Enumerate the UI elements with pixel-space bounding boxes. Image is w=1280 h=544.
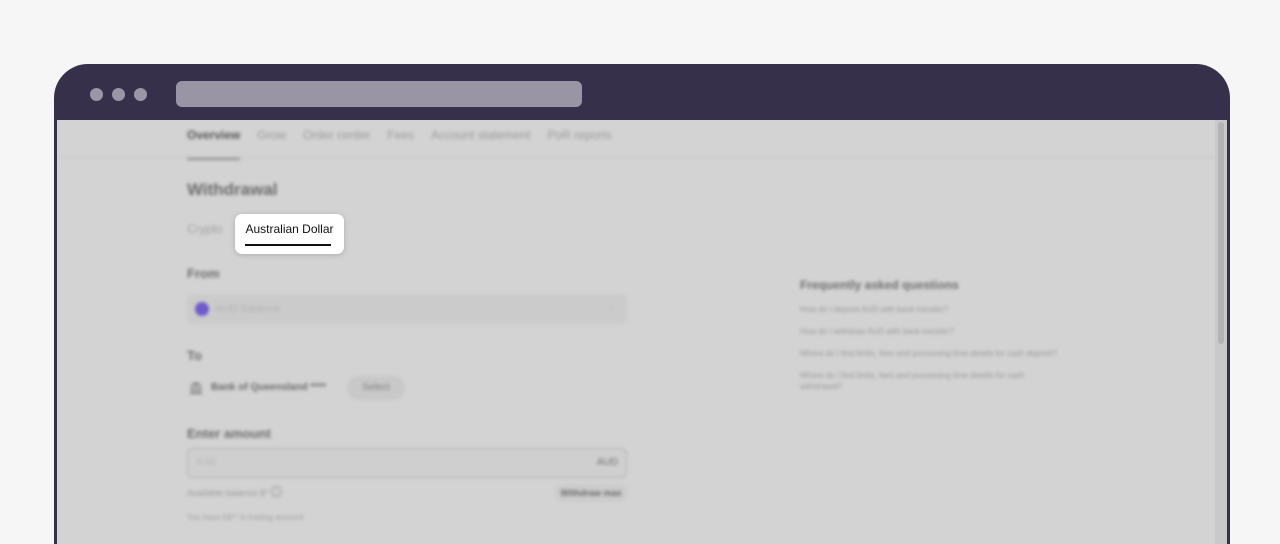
available-balance: Available balance $* — [187, 488, 269, 498]
scrollbar-thumb[interactable] — [1218, 122, 1224, 344]
select-bank-button[interactable]: Select — [347, 376, 405, 400]
faq-item-deposit[interactable]: How do I deposit AUD with bank transfer? — [800, 304, 1060, 315]
amount-placeholder: 0.00 — [196, 457, 216, 468]
aud-coin-icon — [195, 302, 209, 316]
tab-crypto[interactable]: Crypto — [187, 222, 222, 236]
chevron-down-icon: ⌄ — [606, 301, 615, 312]
tab-active-underline — [245, 244, 331, 246]
bank-icon — [189, 381, 203, 397]
nav-divider — [57, 157, 1217, 158]
address-bar[interactable] — [176, 81, 582, 107]
amount-input[interactable]: 0.00 AUD — [187, 448, 627, 478]
tab-fees[interactable]: Fees — [387, 128, 414, 160]
from-value: AUD balance — [215, 303, 280, 315]
amount-label: Enter amount — [187, 426, 271, 441]
window-dot-minimize[interactable] — [112, 88, 125, 101]
faq-item-deposit-limits[interactable]: Where do I find limits, fees and process… — [800, 348, 1060, 359]
withdraw-max-button[interactable]: Withdraw max — [555, 484, 627, 502]
tab-australian-dollar[interactable]: Australian Dollar — [235, 214, 344, 254]
scrollbar[interactable] — [1215, 120, 1227, 544]
tab-order-center[interactable]: Order center — [303, 128, 370, 160]
to-label: To — [187, 348, 202, 363]
info-icon[interactable]: i — [271, 486, 282, 497]
window-controls — [90, 88, 147, 101]
page-title: Withdrawal — [187, 180, 278, 199]
faq-item-withdraw[interactable]: How do I withdraw AUD with bank transfer… — [800, 326, 1060, 337]
from-label: From — [187, 266, 220, 281]
page-viewport: Overview Grow Order center Fees Account … — [57, 120, 1227, 544]
tab-account-statement[interactable]: Account statement — [431, 128, 530, 160]
tab-por-reports[interactable]: PoR reports — [547, 128, 611, 160]
tab-australian-dollar-label: Australian Dollar — [245, 222, 334, 236]
faq-item-withdrawal-limits[interactable]: Where do I find limits, fees and process… — [800, 370, 1060, 392]
trading-account-note: You have A$** in trading account — [187, 513, 304, 522]
tab-overview[interactable]: Overview — [187, 128, 241, 160]
amount-currency: AUD — [596, 457, 618, 468]
window-dot-close[interactable] — [90, 88, 103, 101]
from-select[interactable]: AUD balance ⌄ — [187, 294, 627, 324]
tab-grow[interactable]: Grow — [257, 128, 286, 160]
bank-account-name: Bank of Queensland **** — [211, 382, 327, 393]
browser-window: Overview Grow Order center Fees Account … — [54, 64, 1230, 544]
top-nav: Overview Grow Order center Fees Account … — [187, 128, 612, 160]
window-dot-maximize[interactable] — [134, 88, 147, 101]
faq-section: Frequently asked questions How do I depo… — [800, 278, 1060, 403]
faq-title: Frequently asked questions — [800, 278, 959, 292]
